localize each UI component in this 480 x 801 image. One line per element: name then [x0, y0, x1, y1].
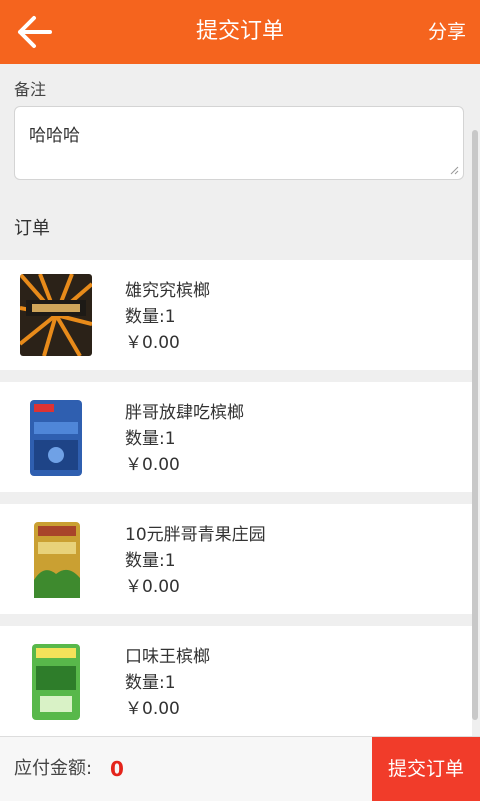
product-thumbnail-1 [20, 274, 92, 356]
product-thumbnail-3 [20, 518, 92, 600]
item-name: 胖哥放肆吃槟榔 [125, 403, 244, 423]
submit-order-button[interactable]: 提交订单 [372, 737, 480, 801]
product-thumbnail-2 [20, 396, 92, 478]
remark-label: 备注 [14, 80, 47, 99]
order-item[interactable]: 雄究究槟榔 数量:1 ￥0.00 [0, 260, 472, 370]
item-quantity: 数量:1 [125, 551, 176, 571]
item-price: ￥0.00 [125, 455, 180, 475]
bottom-bar: 应付金额: 0 提交订单 [0, 736, 480, 801]
order-item[interactable]: 10元胖哥青果庄园 数量:1 ￥0.00 [0, 504, 472, 614]
item-price: ￥0.00 [125, 699, 180, 719]
page-title: 提交订单 [195, 19, 284, 44]
resize-grip-icon[interactable] [449, 165, 459, 175]
item-price: ￥0.00 [125, 577, 180, 597]
product-thumbnail-4 [20, 640, 92, 722]
remark-text: 哈哈哈 [29, 126, 80, 146]
item-quantity: 数量:1 [125, 429, 176, 449]
order-section-label: 订单 [14, 218, 50, 239]
item-name: 口味王槟榔 [125, 647, 210, 667]
item-quantity: 数量:1 [125, 673, 176, 693]
item-quantity: 数量:1 [125, 307, 176, 327]
top-bar: 提交订单 分享 [0, 0, 480, 64]
scrollbar[interactable] [472, 130, 478, 720]
item-name: 10元胖哥青果庄园 [125, 525, 266, 545]
item-price: ￥0.00 [125, 333, 180, 353]
order-item[interactable]: 口味王槟榔 数量:1 ￥0.00 [0, 626, 472, 736]
order-item[interactable]: 胖哥放肆吃槟榔 数量:1 ￥0.00 [0, 382, 472, 492]
remark-input[interactable]: 哈哈哈 [14, 106, 464, 180]
amount-label: 应付金额: [14, 758, 93, 779]
amount-value: 0 [110, 757, 124, 781]
content-area: 备注 哈哈哈 订单 雄究究槟榔 数量:1 ￥0.00 胖哥放肆吃槟榔 数量:1 … [0, 64, 480, 736]
item-name: 雄究究槟榔 [125, 281, 210, 301]
share-button[interactable]: 分享 [428, 0, 466, 64]
order-item-list: 雄究究槟榔 数量:1 ￥0.00 胖哥放肆吃槟榔 数量:1 ￥0.00 10元胖… [0, 260, 472, 736]
